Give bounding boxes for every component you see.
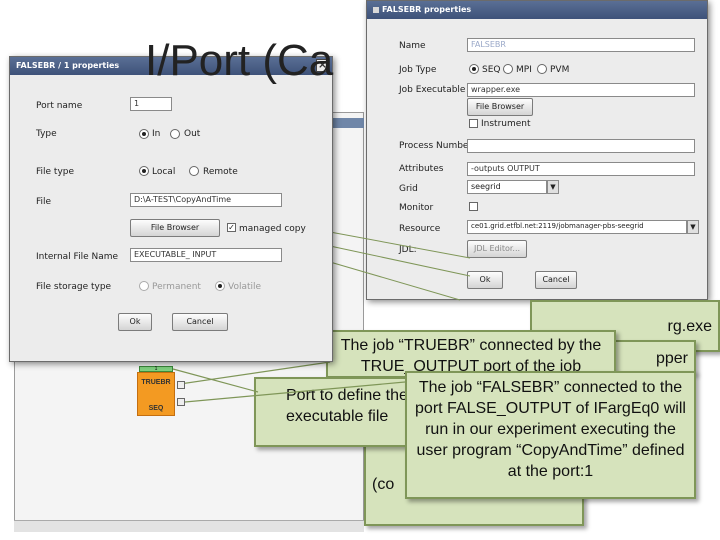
storage-permanent-radio[interactable] [139, 281, 149, 291]
attributes-label: Attributes [399, 164, 444, 174]
job-type-mpi-radio[interactable] [503, 64, 513, 74]
storage-volatile-radio[interactable] [215, 281, 225, 291]
callout-back-bottom-text: (co [372, 476, 395, 493]
file-type-local-label: Local [152, 167, 176, 177]
file-browser-button[interactable]: File Browser [130, 219, 220, 237]
storage-type-label: File storage type [36, 282, 112, 292]
port-properties-dialog: FALSEBR / 1 properties × Port name 1 Typ… [9, 56, 333, 362]
callout-wrapper-text: pper [655, 350, 688, 367]
instrument-checkbox[interactable] [469, 119, 478, 128]
canvas-scrollbar[interactable] [14, 520, 364, 532]
file-type-remote-radio[interactable] [189, 166, 199, 176]
slide-title: I/Port (Ca [145, 36, 334, 85]
job-type-pvm-radio[interactable] [537, 64, 547, 74]
storage-volatile-label: Volatile [228, 282, 262, 292]
job-node-type: SEQ [148, 405, 164, 412]
job-node-truebr[interactable]: TRUEBR SEQ [137, 372, 175, 416]
callout-executable-text: rg.exe [667, 318, 712, 335]
file-type-local-radio[interactable] [139, 166, 149, 176]
job-properties-dialog: FALSEBR properties Name FALSEBR Job Type… [366, 0, 708, 300]
type-in-label: In [152, 129, 161, 139]
type-out-label: Out [184, 129, 201, 139]
chevron-down-icon[interactable]: ▼ [547, 180, 559, 194]
attributes-field[interactable]: -outputs OUTPUT [467, 162, 695, 176]
grid-label: Grid [399, 184, 418, 194]
callout-falsebr: The job “FALSEBR” connected to the port … [405, 371, 696, 499]
window-icon [373, 6, 379, 13]
file-type-label: File type [36, 167, 75, 177]
job-type-seq-radio[interactable] [469, 64, 479, 74]
monitor-label: Monitor [399, 203, 434, 213]
port-cancel-button[interactable]: Cancel [172, 313, 228, 331]
name-label: Name [399, 41, 426, 51]
resource-select[interactable]: ce01.grid.etfbl.net:2119/jobmanager-pbs-… [467, 220, 687, 234]
file-path-field[interactable]: D:\A-TEST\CopyAndTime [130, 193, 282, 207]
storage-permanent-label: Permanent [152, 282, 201, 292]
name-field[interactable]: FALSEBR [467, 38, 695, 52]
job-file-browser-button[interactable]: File Browser [467, 98, 533, 116]
job-exec-field[interactable]: wrapper.exe [467, 83, 695, 97]
monitor-checkbox[interactable] [469, 202, 478, 211]
job-node-label: TRUEBR [141, 379, 171, 386]
port-ok-button[interactable]: Ok [118, 313, 152, 331]
job-output-port-1[interactable] [177, 381, 185, 389]
instrument-label: Instrument [481, 119, 531, 129]
jdl-label: JDL: [399, 245, 417, 255]
port-name-label: Port name [36, 101, 83, 111]
internal-name-label: Internal File Name [36, 252, 119, 262]
job-exec-label: Job Executable [399, 85, 466, 95]
job-type-pvm-label: PVM [550, 65, 570, 75]
internal-name-field[interactable]: EXECUTABLE_ INPUT [130, 248, 282, 262]
type-in-radio[interactable] [139, 129, 149, 139]
port-dialog-title: FALSEBR / 1 properties [16, 61, 120, 70]
resource-label: Resource [399, 224, 441, 234]
job-cancel-button[interactable]: Cancel [535, 271, 577, 289]
managed-copy-checkbox[interactable]: ✓ [227, 223, 236, 232]
chevron-down-icon[interactable]: ▼ [687, 220, 699, 234]
job-ok-button[interactable]: Ok [467, 271, 503, 289]
file-type-remote-label: Remote [203, 167, 238, 177]
job-type-label: Job Type [399, 65, 437, 75]
jdl-editor-button[interactable]: JDL Editor... [467, 240, 527, 258]
type-out-radio[interactable] [170, 129, 180, 139]
job-dialog-title: FALSEBR properties [382, 5, 472, 14]
type-label: Type [36, 129, 57, 139]
process-number-field[interactable] [467, 139, 695, 153]
managed-copy-label: managed copy [239, 224, 306, 234]
process-number-label: Process Number [399, 141, 473, 151]
job-type-seq-label: SEQ [482, 65, 501, 75]
port-name-field[interactable]: 1 [130, 97, 172, 111]
job-type-mpi-label: MPI [516, 65, 532, 75]
grid-select[interactable]: seegrid [467, 180, 547, 194]
file-label: File [36, 197, 52, 207]
job-dialog-titlebar[interactable]: FALSEBR properties [367, 1, 707, 19]
job-output-port-2[interactable] [177, 398, 185, 406]
